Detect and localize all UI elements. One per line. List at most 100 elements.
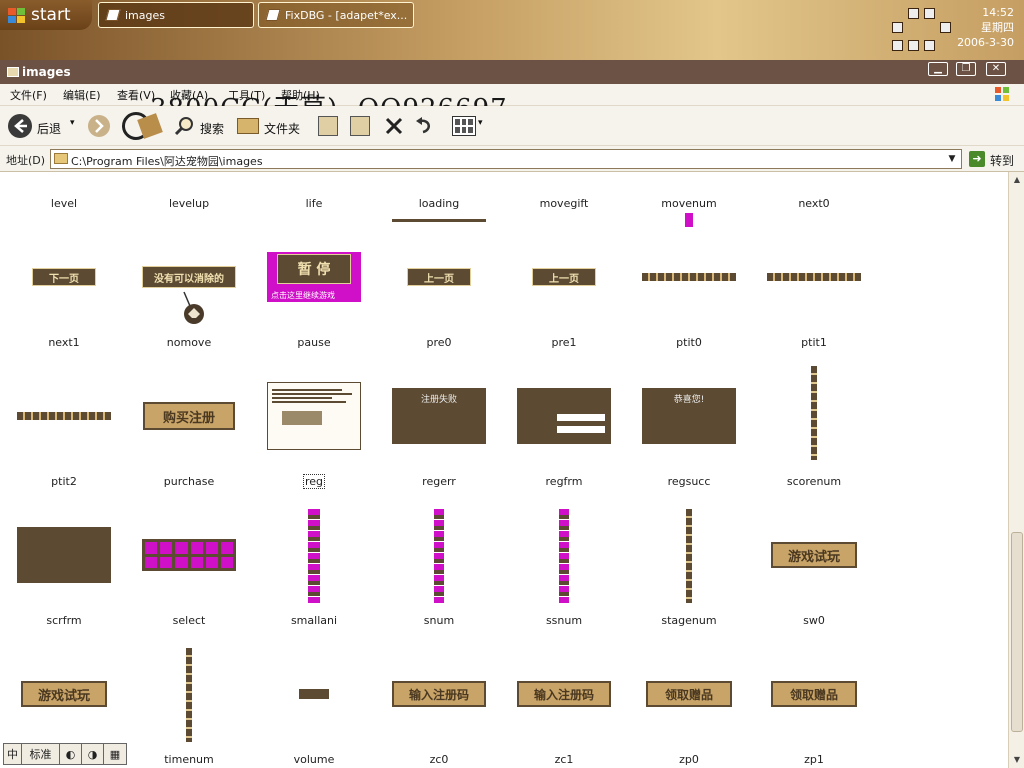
clock-time: 14:52 (982, 6, 1014, 19)
copy-to-icon[interactable] (350, 116, 370, 136)
file-item[interactable]: movenum (627, 172, 751, 227)
file-item[interactable]: 暂 停 点击这里继续游戏 pause (252, 224, 376, 363)
file-name: level (50, 197, 78, 210)
file-item[interactable]: movegift (502, 172, 626, 224)
file-item[interactable]: 领取赠品 zp0 (627, 641, 751, 768)
file-item[interactable]: 注册失败 regerr (377, 363, 501, 502)
tray-app-icon[interactable] (924, 40, 935, 51)
taskbar: start images FixDBG - [adapet*ex... 14:5… (0, 0, 1024, 60)
file-thumbnail: 上一页 (514, 227, 614, 327)
file-item[interactable]: ptit1 (752, 224, 876, 363)
clock[interactable]: 14:52 星期四 2006-3-30 (957, 6, 1014, 51)
file-thumbnail (389, 506, 489, 606)
file-thumbnail: 上一页 (389, 227, 489, 327)
file-name: pre1 (551, 336, 577, 349)
file-item[interactable]: ptit2 (2, 363, 126, 502)
file-item[interactable]: 输入注册码 zc1 (502, 641, 626, 768)
file-name: ssnum (545, 614, 583, 627)
window-title-bar[interactable]: images ▁ ❐ ✕ (0, 60, 1024, 84)
file-name: regerr (422, 475, 456, 488)
file-item[interactable]: 购买注册 purchase (127, 363, 251, 502)
file-item[interactable]: 输入注册码 zc0 (377, 641, 501, 768)
tray-app-icon[interactable] (924, 8, 935, 19)
folders-label[interactable]: 文件夹 (264, 120, 300, 137)
file-item[interactable]: scorenum (752, 363, 876, 502)
file-item[interactable]: levelup (127, 172, 251, 224)
delete-icon[interactable] (384, 116, 404, 136)
folders-icon[interactable] (237, 118, 259, 134)
file-item[interactable]: 上一页 pre1 (502, 224, 626, 363)
move-to-icon[interactable] (318, 116, 338, 136)
file-thumbnail (14, 366, 114, 466)
go-button[interactable]: 转到 (990, 152, 1014, 169)
file-item[interactable]: 领取赠品 zp1 (752, 641, 876, 768)
back-arrow-icon (14, 119, 27, 133)
scroll-down-icon[interactable]: ▼ (1009, 752, 1024, 768)
file-thumbnail (764, 363, 864, 463)
file-name: ptit2 (51, 475, 77, 488)
undo-icon[interactable] (414, 116, 434, 136)
file-item[interactable]: 游戏试玩 sw0 (752, 502, 876, 641)
address-input[interactable]: C:\Program Files\阿达宠物园\images ▼ (50, 149, 962, 169)
file-item[interactable]: ptit0 (627, 224, 751, 363)
forward-button[interactable] (88, 115, 110, 137)
back-button[interactable] (8, 114, 32, 138)
maximize-button[interactable]: ❐ (956, 62, 976, 76)
file-name: pause (297, 336, 331, 349)
file-item[interactable]: regfrm (502, 363, 626, 502)
menu-file[interactable]: 文件(F) (10, 87, 47, 103)
start-button[interactable]: start (0, 0, 92, 30)
volume-icon[interactable] (940, 22, 951, 33)
ime-standard-button[interactable]: 标准 (22, 744, 60, 764)
file-thumbnail (514, 366, 614, 466)
file-item[interactable]: select (127, 502, 251, 641)
file-thumbnail: 注册失败 (389, 366, 489, 466)
file-item[interactable]: level (2, 172, 126, 224)
back-dropdown-icon[interactable]: ▾ (70, 118, 75, 128)
taskbar-item-label: images (125, 8, 165, 22)
tray-app-icon[interactable] (908, 40, 919, 51)
file-item[interactable]: 上一页 pre0 (377, 224, 501, 363)
file-name: nomove (166, 336, 212, 349)
search-icon[interactable] (174, 116, 194, 136)
menu-edit[interactable]: 编辑(E) (63, 87, 101, 103)
ime-width-icon[interactable]: ◑ (82, 744, 104, 764)
tray-app-icon[interactable] (892, 40, 903, 51)
file-thumbnail: 下一页 (14, 227, 114, 327)
clock-weekday: 星期四 (981, 21, 1014, 34)
file-item[interactable]: ssnum (502, 502, 626, 641)
tray-app-icon[interactable] (908, 8, 919, 19)
close-button[interactable]: ✕ (986, 62, 1006, 76)
file-item[interactable]: 恭喜您! regsucc (627, 363, 751, 502)
taskbar-item-images[interactable]: images (98, 2, 254, 28)
file-item[interactable]: next0 (752, 172, 876, 224)
file-item[interactable]: 下一页 next1 (2, 224, 126, 363)
ime-keyboard-icon[interactable]: ▦ (104, 744, 126, 764)
file-item[interactable]: life (252, 172, 376, 224)
views-dropdown-icon[interactable]: ▾ (478, 118, 483, 128)
file-item[interactable]: scrfrm (2, 502, 126, 641)
address-dropdown-icon[interactable]: ▼ (945, 152, 959, 166)
vertical-scrollbar[interactable]: ▲ ▼ (1008, 172, 1024, 768)
file-item[interactable]: reg (252, 363, 376, 502)
search-label[interactable]: 搜索 (200, 120, 224, 137)
file-item[interactable]: volume (252, 641, 376, 768)
file-item[interactable]: stagenum (627, 502, 751, 641)
file-item[interactable]: timenum (127, 641, 251, 768)
ime-mode-button[interactable]: 中 (4, 744, 22, 764)
scrollbar-thumb[interactable] (1011, 532, 1023, 732)
taskbar-item-fixdbg[interactable]: FixDBG - [adapet*ex... (258, 2, 414, 28)
scroll-up-icon[interactable]: ▲ (1009, 172, 1024, 188)
windows-logo-icon (8, 7, 25, 23)
file-item[interactable]: snum (377, 502, 501, 641)
minimize-button[interactable]: ▁ (928, 62, 948, 76)
network-icon[interactable] (892, 22, 903, 33)
views-icon[interactable] (452, 116, 476, 136)
file-thumbnail (514, 506, 614, 606)
file-item[interactable]: loading (377, 172, 501, 224)
ime-punctuation-icon[interactable]: ◐ (60, 744, 82, 764)
file-view: level levelup life loading movegift move… (0, 172, 1008, 768)
go-arrow-icon[interactable]: ➜ (969, 151, 985, 167)
folder-icon (7, 67, 19, 77)
file-item[interactable]: smallani (252, 502, 376, 641)
